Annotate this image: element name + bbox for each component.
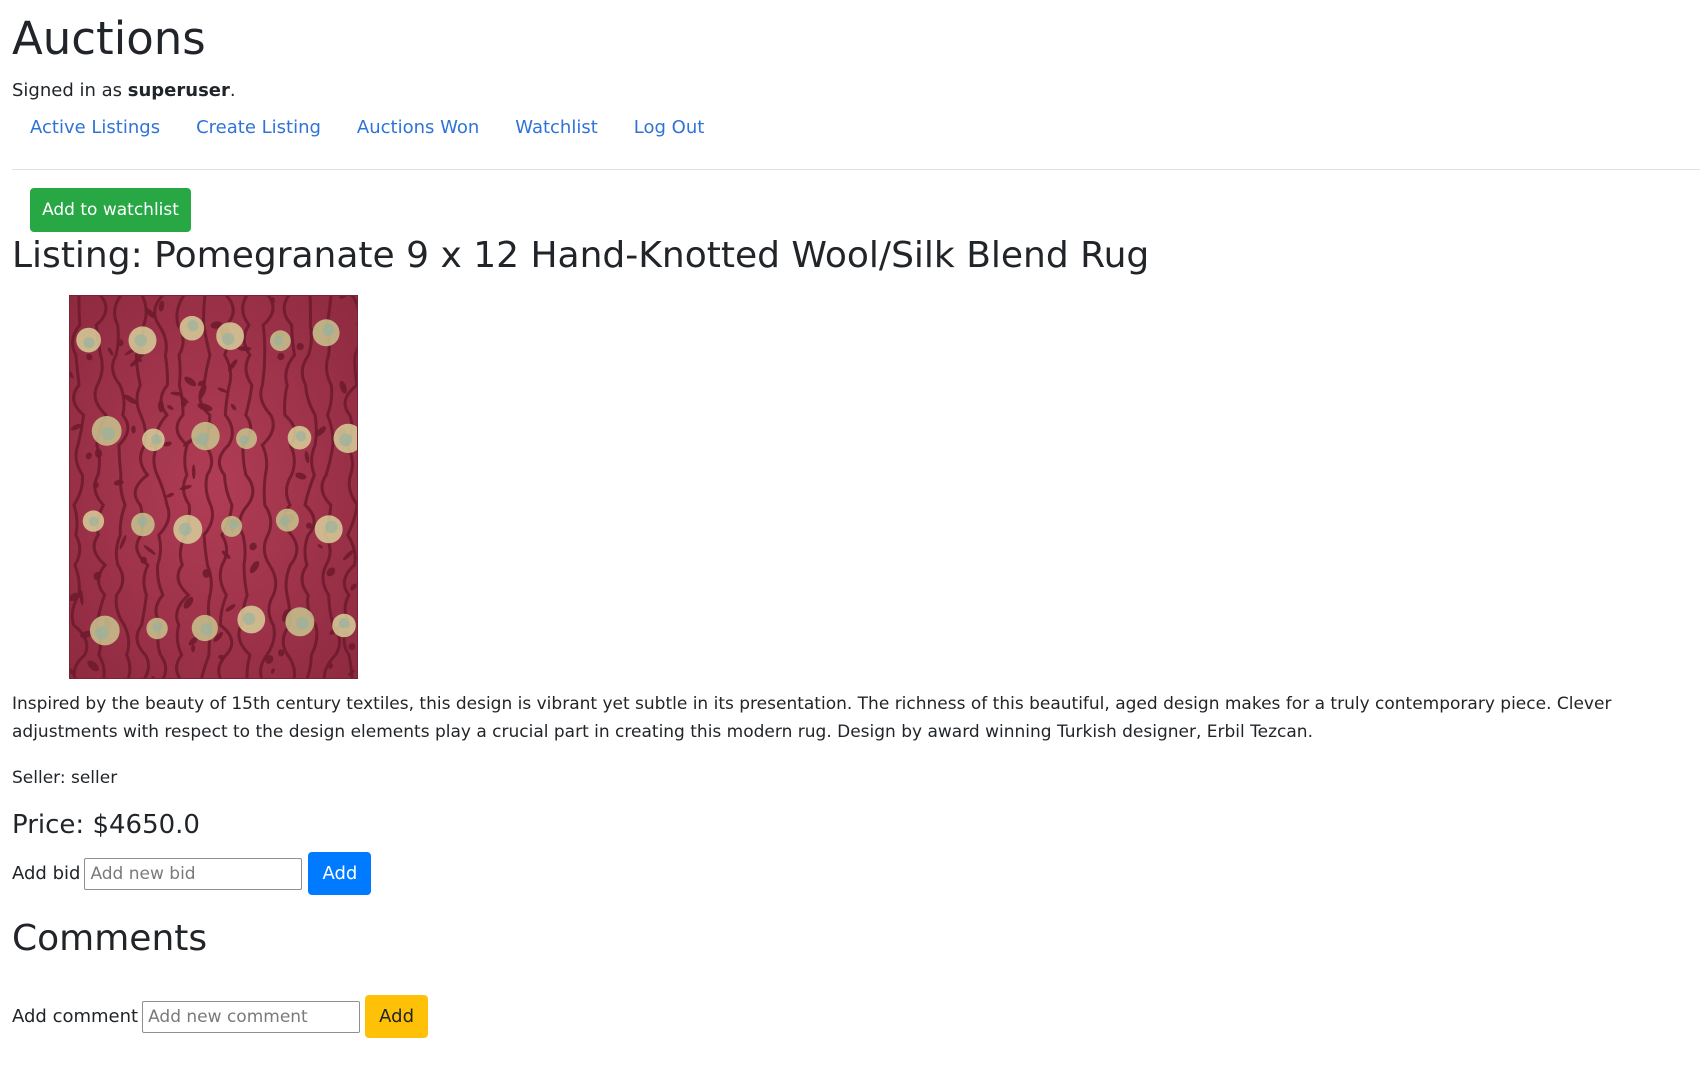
bid-form: Add bid Add <box>12 852 372 895</box>
add-bid-button[interactable]: Add <box>308 852 372 895</box>
nav-item: Create Listing <box>178 114 339 142</box>
signed-in-prefix: Signed in as <box>12 80 128 101</box>
bid-label: Add bid <box>12 862 81 884</box>
nav-item: Auctions Won <box>339 114 497 142</box>
comment-label: Add comment <box>12 1005 139 1027</box>
nav-item: Watchlist <box>497 114 615 142</box>
nav-link-create-listing[interactable]: Create Listing <box>178 114 339 142</box>
nav-link-log-out[interactable]: Log Out <box>616 114 723 142</box>
nav-link-active-listings[interactable]: Active Listings <box>12 114 178 142</box>
listing-seller: Seller: seller <box>12 768 118 788</box>
comments-heading: Comments <box>12 918 208 959</box>
listing-title: Listing: Pomegranate 9 x 12 Hand-Knotted… <box>12 235 1150 276</box>
bid-input[interactable] <box>84 857 303 890</box>
add-to-watchlist-button[interactable]: Add to watchlist <box>30 188 191 232</box>
nav-link-auctions-won[interactable]: Auctions Won <box>339 114 497 142</box>
page: Auctions Signed in as superuser. Active … <box>0 0 1700 1068</box>
comment-form: Add comment Add <box>12 995 429 1038</box>
listing-price: Price: $4650.0 <box>12 810 200 840</box>
listing-description: Inspired by the beauty of 15th century t… <box>12 694 1612 742</box>
site-title: Auctions <box>12 12 206 65</box>
nav-item: Active Listings <box>12 114 178 142</box>
username: superuser <box>127 80 230 101</box>
main-nav: Active Listings Create Listing Auctions … <box>12 114 722 142</box>
nav-link-watchlist[interactable]: Watchlist <box>497 114 615 142</box>
signed-in-suffix: . <box>229 80 236 101</box>
listing-image <box>69 295 358 679</box>
add-comment-button[interactable]: Add <box>365 995 429 1038</box>
signed-in-status: Signed in as superuser. <box>12 79 236 103</box>
comment-input[interactable] <box>142 1000 361 1033</box>
header-divider <box>12 169 1700 170</box>
nav-item: Log Out <box>616 114 723 142</box>
